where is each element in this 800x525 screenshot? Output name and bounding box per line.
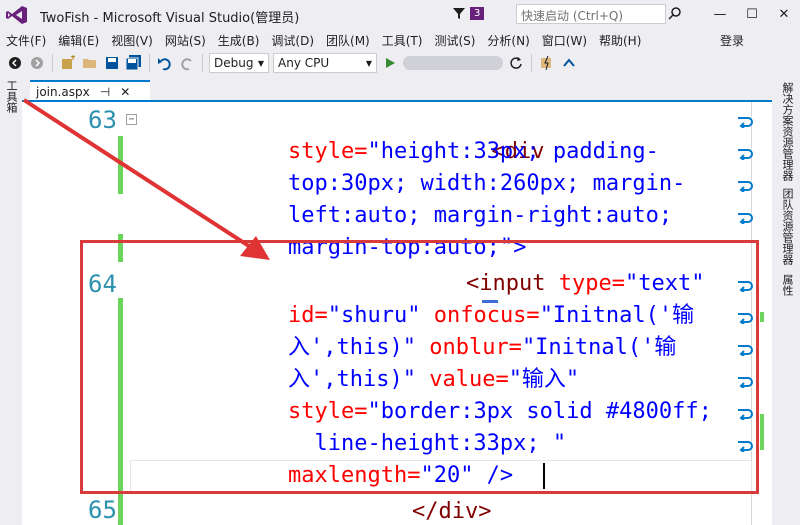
toolbar-separator bbox=[531, 54, 532, 72]
word-wrap-icon bbox=[738, 149, 753, 160]
arrow-icon bbox=[563, 58, 575, 67]
visual-studio-window: TwoFish - Microsoft Visual Studio(管理员) 3… bbox=[0, 0, 800, 525]
change-indicator bbox=[118, 136, 123, 194]
code-token: </div> bbox=[412, 499, 492, 524]
right-tool-strip: 解决方案资源管理器 团队资源管理器 属性 bbox=[772, 78, 800, 525]
scrollbar-change-marker bbox=[760, 312, 764, 322]
solution-configuration-dropdown[interactable]: Debug ▼ bbox=[209, 53, 269, 73]
toolbar-separator bbox=[52, 54, 53, 72]
title-icons: 3 bbox=[452, 6, 485, 20]
play-icon bbox=[386, 58, 395, 68]
redo-icon bbox=[181, 58, 192, 71]
code-token: style= bbox=[288, 139, 368, 164]
search-icon[interactable] bbox=[668, 6, 682, 20]
document-tab-strip: join.aspx ⊣ ✕ bbox=[22, 78, 772, 102]
window-title: TwoFish - Microsoft Visual Studio(管理员) bbox=[40, 11, 300, 26]
menu-analyze[interactable]: 分析(N) bbox=[481, 32, 535, 49]
close-button[interactable]: ✕ bbox=[768, 0, 800, 28]
code-token: left:auto; margin-right:auto; bbox=[288, 203, 673, 228]
menu-file[interactable]: 文件(F) bbox=[0, 32, 52, 49]
menu-help[interactable]: 帮助(H) bbox=[593, 32, 647, 49]
forward-button[interactable] bbox=[28, 54, 46, 72]
login-link[interactable]: 登录 bbox=[720, 32, 744, 49]
undo-button[interactable] bbox=[156, 54, 174, 72]
outline-collapse-toggle[interactable]: − bbox=[126, 114, 137, 125]
title-bar: TwoFish - Microsoft Visual Studio(管理员) 3… bbox=[0, 0, 800, 30]
folder-icon bbox=[83, 59, 96, 68]
pin-icon[interactable]: ⊣ bbox=[100, 85, 110, 99]
menu-build[interactable]: 生成(B) bbox=[212, 32, 266, 49]
platform-value: Any CPU bbox=[278, 56, 330, 70]
solution-explorer-tab[interactable]: 解决方案资源管理器 bbox=[779, 82, 795, 181]
chevron-down-icon: ▼ bbox=[365, 58, 372, 68]
save-button[interactable] bbox=[103, 54, 121, 72]
code-line: left:auto; margin-right:auto; bbox=[288, 200, 672, 232]
toolbar-separator bbox=[149, 54, 150, 72]
standard-toolbar: Debug ▼ Any CPU ▼ bbox=[0, 50, 800, 76]
tab-title: join.aspx bbox=[36, 85, 90, 99]
blurred-browser-target[interactable] bbox=[403, 56, 503, 70]
refresh-button[interactable] bbox=[507, 54, 525, 72]
visual-studio-logo-icon bbox=[6, 6, 27, 24]
word-wrap-icon bbox=[738, 181, 753, 192]
save-icon bbox=[106, 57, 118, 69]
new-project-button[interactable] bbox=[59, 54, 77, 72]
word-wrap-icon bbox=[738, 213, 753, 224]
menu-test[interactable]: 测试(S) bbox=[428, 32, 481, 49]
close-tab-icon[interactable]: ✕ bbox=[120, 85, 130, 99]
configuration-value: Debug bbox=[214, 56, 254, 70]
back-button[interactable] bbox=[6, 54, 24, 72]
undo-icon bbox=[158, 58, 171, 71]
notification-badge[interactable]: 3 bbox=[470, 6, 485, 20]
quick-launch-input[interactable]: 快速启动 (Ctrl+Q) bbox=[516, 4, 666, 24]
team-explorer-tab[interactable]: 团队资源管理器 bbox=[779, 188, 795, 265]
code-token: "height:33px; padding- bbox=[367, 139, 659, 164]
word-wrap-icon bbox=[738, 117, 753, 128]
lightning-icon bbox=[541, 56, 551, 70]
browser-link-button[interactable] bbox=[538, 54, 556, 72]
menu-edit[interactable]: 编辑(E) bbox=[52, 32, 105, 49]
code-token: top:30px; width:260px; margin- bbox=[288, 171, 686, 196]
refresh-icon bbox=[510, 57, 522, 69]
menu-debug[interactable]: 调试(D) bbox=[265, 32, 320, 49]
menu-website[interactable]: 网站(S) bbox=[159, 32, 212, 49]
maximize-button[interactable]: ☐ bbox=[736, 0, 768, 28]
new-project-icon bbox=[62, 55, 76, 69]
redo-button[interactable] bbox=[178, 54, 196, 72]
left-tool-strip: 工具箱 bbox=[0, 78, 22, 525]
solution-platform-dropdown[interactable]: Any CPU ▼ bbox=[273, 53, 377, 73]
menu-window[interactable]: 窗口(W) bbox=[536, 32, 593, 49]
window-controls: — ☐ ✕ bbox=[704, 0, 800, 28]
menu-team[interactable]: 团队(M) bbox=[320, 32, 376, 49]
line-number: 63 bbox=[88, 106, 117, 134]
line-number: 65 bbox=[88, 496, 117, 524]
code-line: top:30px; width:260px; margin- bbox=[288, 168, 685, 200]
code-line: style="height:33px; padding- bbox=[288, 136, 659, 168]
scrollbar-change-marker bbox=[760, 414, 764, 450]
menu-view[interactable]: 视图(V) bbox=[105, 32, 159, 49]
save-all-icon bbox=[126, 55, 141, 71]
forward-icon bbox=[31, 57, 43, 69]
toolbar-separator bbox=[202, 54, 203, 72]
minimize-button[interactable]: — bbox=[704, 0, 736, 28]
chevron-down-icon: ▼ bbox=[257, 58, 264, 68]
toolbox-tab[interactable]: 工具箱 bbox=[3, 80, 19, 113]
annotation-highlight-box bbox=[80, 240, 759, 494]
toolbar-extra-button[interactable] bbox=[560, 54, 578, 72]
filter-icon[interactable] bbox=[452, 6, 466, 20]
back-icon bbox=[9, 57, 21, 69]
document-tab[interactable]: join.aspx ⊣ ✕ bbox=[30, 80, 150, 102]
properties-tab[interactable]: 属性 bbox=[779, 274, 795, 296]
code-line: </div> bbox=[412, 496, 491, 525]
save-all-button[interactable] bbox=[125, 54, 143, 72]
menu-bar: 文件(F) 编辑(E) 视图(V) 网站(S) 生成(B) 调试(D) 团队(M… bbox=[0, 30, 800, 50]
start-debug-button[interactable] bbox=[381, 54, 399, 72]
open-file-button[interactable] bbox=[81, 54, 99, 72]
menu-tools[interactable]: 工具(T) bbox=[376, 32, 429, 49]
